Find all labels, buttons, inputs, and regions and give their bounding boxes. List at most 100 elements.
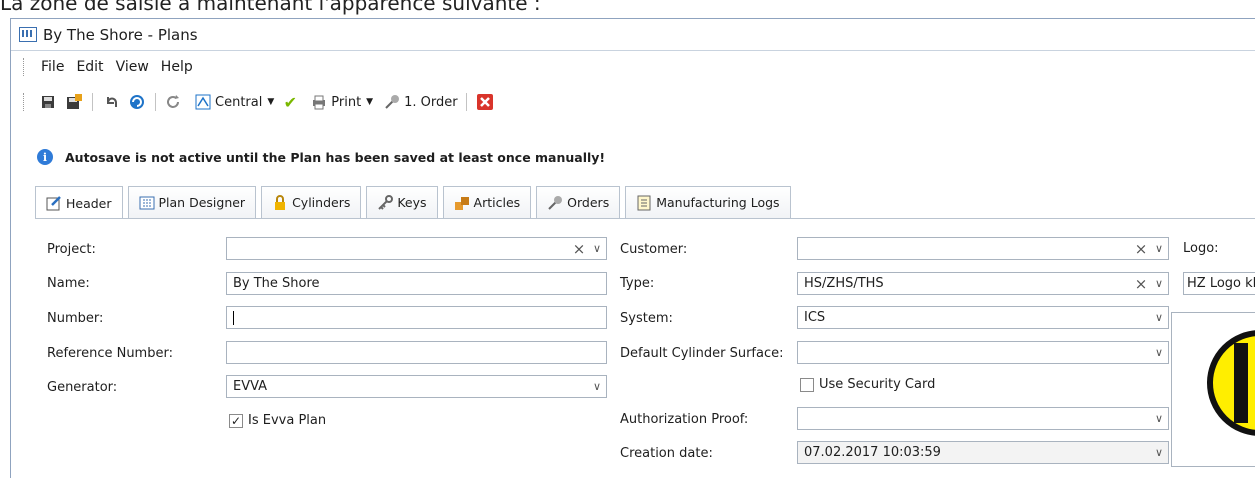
logo-label: Logo:: [1183, 241, 1219, 256]
tab-plan-designer[interactable]: Plan Designer: [127, 186, 257, 218]
menu-grip: [23, 58, 27, 76]
is-evva-plan-checkbox[interactable]: ✓ Is Evva Plan: [229, 413, 326, 428]
creation-date-value: 07.02.2017 10:03:59: [804, 445, 941, 460]
tab-articles[interactable]: Articles: [442, 186, 532, 218]
default-cylinder-surface-select[interactable]: ∨: [797, 341, 1169, 364]
central-button[interactable]: Central ▼: [190, 94, 274, 110]
is-evva-plan-label: Is Evva Plan: [248, 413, 327, 428]
separator: [92, 93, 93, 111]
tab-cylinders[interactable]: Cylinders: [261, 186, 362, 218]
tab-divider: [35, 218, 1255, 219]
name-label: Name:: [47, 276, 90, 291]
customer-label: Customer:: [620, 242, 688, 257]
generator-value: EVVA: [233, 379, 268, 394]
boxes-icon: [454, 195, 470, 211]
print-button[interactable]: Print ▼: [306, 94, 373, 110]
system-value: ICS: [804, 310, 826, 325]
order-icon: [384, 94, 400, 110]
logo-select[interactable]: HZ Logo kl: [1183, 272, 1255, 295]
clear-icon[interactable]: ×: [1132, 273, 1150, 294]
menu-edit[interactable]: Edit: [70, 59, 109, 75]
authorization-proof-label: Authorization Proof:: [620, 412, 749, 427]
grid-icon: [139, 195, 155, 211]
close-icon[interactable]: [476, 94, 493, 110]
system-select[interactable]: ICS ∨: [797, 306, 1169, 329]
system-label: System:: [620, 311, 673, 326]
number-label: Number:: [47, 311, 104, 326]
number-field[interactable]: [226, 306, 607, 329]
use-security-card-checkbox[interactable]: Use Security Card: [800, 377, 935, 392]
undo-icon[interactable]: [103, 94, 119, 110]
menu-help[interactable]: Help: [155, 59, 199, 75]
menu-file[interactable]: File: [35, 59, 70, 75]
reference-number-field[interactable]: [226, 341, 607, 364]
save-close-icon[interactable]: [66, 94, 82, 110]
tab-label: Articles: [473, 195, 521, 210]
redo-icon[interactable]: [166, 94, 182, 110]
info-icon: i: [37, 149, 53, 165]
chevron-down-icon[interactable]: ∨: [588, 376, 606, 397]
generator-select[interactable]: EVVA ∨: [226, 375, 607, 398]
log-icon: [636, 195, 652, 211]
authorization-proof-select[interactable]: ∨: [797, 407, 1169, 430]
chevron-down-icon[interactable]: ∨: [1150, 408, 1168, 429]
project-combobox[interactable]: × ∨: [226, 237, 607, 260]
logo-image: [1207, 330, 1255, 436]
name-value: By The Shore: [233, 276, 320, 291]
tab-manufacturing-logs[interactable]: Manufacturing Logs: [625, 186, 791, 218]
print-label: Print: [331, 94, 362, 110]
printer-icon: [311, 94, 327, 110]
menu-view[interactable]: View: [110, 59, 155, 75]
toolbar-grip: [23, 93, 27, 111]
tab-label: Keys: [397, 195, 427, 210]
lock-icon: [272, 194, 288, 211]
central-label: Central: [215, 94, 263, 110]
creation-date-field[interactable]: 07.02.2017 10:03:59 ∨: [797, 441, 1169, 464]
text-cursor: [233, 310, 234, 325]
logo-preview: [1171, 312, 1255, 467]
chevron-down-icon[interactable]: ∨: [1150, 307, 1168, 328]
default-cylinder-surface-label: Default Cylinder Surface:: [620, 346, 784, 361]
clear-icon[interactable]: ×: [1132, 238, 1150, 259]
tab-header[interactable]: Header: [35, 186, 123, 219]
use-security-card-label: Use Security Card: [819, 377, 936, 392]
tab-label: Manufacturing Logs: [656, 195, 780, 210]
info-message: Autosave is not active until the Plan ha…: [65, 149, 606, 165]
customer-combobox[interactable]: × ∨: [797, 237, 1169, 260]
tab-orders[interactable]: Orders: [536, 186, 621, 218]
central-icon: [195, 94, 211, 110]
checkbox-unchecked-icon: [800, 377, 814, 392]
type-label: Type:: [620, 276, 655, 291]
reference-number-label: Reference Number:: [47, 346, 173, 361]
clear-icon[interactable]: ×: [570, 238, 588, 259]
key-icon: [377, 194, 394, 211]
tab-keys[interactable]: Keys: [366, 186, 438, 218]
refresh-circle-icon[interactable]: [129, 94, 145, 110]
chevron-down-icon[interactable]: ∨: [1150, 238, 1168, 259]
save-icon[interactable]: [40, 94, 56, 110]
project-label: Project:: [47, 242, 96, 257]
tab-label: Cylinders: [292, 195, 351, 210]
chevron-down-icon[interactable]: ∨: [588, 238, 606, 259]
generator-label: Generator:: [47, 380, 118, 395]
toolbar: Central ▼ ✔ Print ▼ 1. Order: [11, 89, 498, 115]
chevron-down-icon: ▼: [267, 97, 275, 107]
checkmark-icon[interactable]: ✔: [282, 93, 298, 112]
chevron-down-icon[interactable]: ∨: [1150, 342, 1168, 363]
tab-label: Header: [66, 195, 112, 211]
checkbox-checked-icon: ✓: [229, 413, 243, 428]
tab-strip: Header Plan Designer Cylinders Keys Arti…: [35, 186, 796, 219]
name-field[interactable]: By The Shore: [226, 272, 607, 295]
logo-value: HZ Logo kl: [1187, 276, 1255, 291]
window-title: By The Shore - Plans: [43, 25, 198, 44]
separator: [155, 93, 156, 111]
chevron-down-icon[interactable]: ∨: [1150, 273, 1168, 294]
chevron-down-icon[interactable]: ∨: [1150, 442, 1168, 463]
type-combobox[interactable]: HS/ZHS/THS × ∨: [797, 272, 1169, 295]
menu-bar: File Edit View Help: [11, 55, 199, 79]
order-button[interactable]: 1. Order: [379, 94, 458, 110]
tab-label: Plan Designer: [158, 195, 246, 210]
creation-date-label: Creation date:: [620, 446, 713, 461]
info-banner: i Autosave is not active until the Plan …: [37, 149, 605, 165]
separator: [465, 93, 467, 111]
